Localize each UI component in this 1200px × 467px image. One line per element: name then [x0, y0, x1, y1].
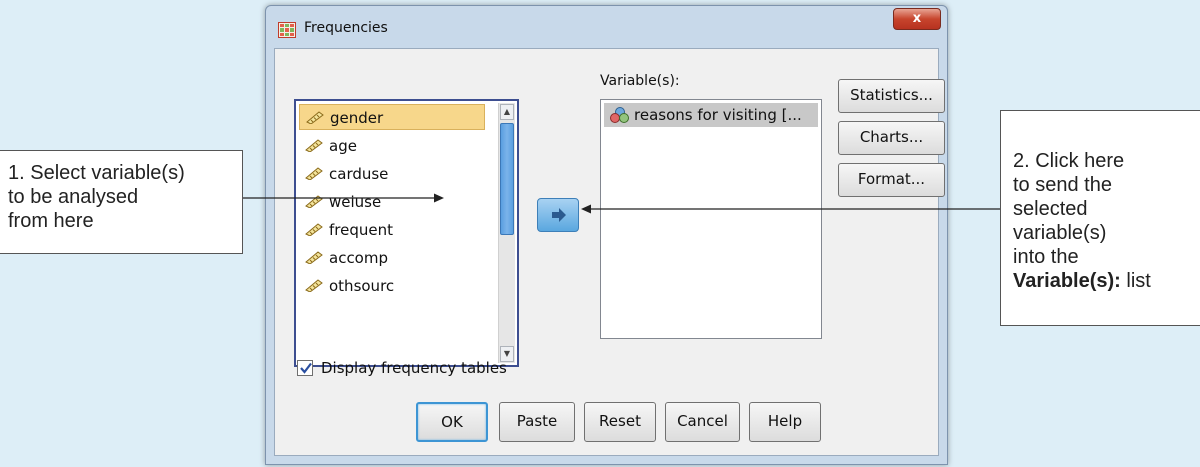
scroll-up-icon[interactable]: ▲: [500, 104, 514, 120]
close-button[interactable]: x: [893, 8, 941, 30]
callout-select-variables: 1. Select variable(s) to be analysed fro…: [0, 150, 243, 254]
list-item[interactable]: weiuse: [299, 189, 485, 215]
ruler-scale-icon: [305, 251, 323, 264]
callout-variables-emphasis: Variable(s):: [1013, 270, 1121, 292]
checkbox-label: Display frequency tables: [321, 359, 507, 377]
dialog-body: gender age carduse weiuse frequent accom…: [274, 48, 945, 456]
list-item[interactable]: gender: [299, 104, 485, 130]
target-variable-list[interactable]: reasons for visiting [...: [600, 99, 822, 339]
list-item[interactable]: reasons for visiting [...: [604, 103, 818, 127]
callout-right-line: 2. Click here: [1013, 150, 1125, 172]
paste-button[interactable]: Paste: [499, 402, 575, 442]
callout-right-line: into the: [1013, 246, 1079, 268]
charts-button[interactable]: Charts...: [838, 121, 945, 155]
close-icon: x: [912, 11, 922, 26]
list-item[interactable]: accomp: [299, 245, 485, 271]
ruler-scale-icon: [305, 279, 323, 292]
dialog-title: Frequencies: [304, 20, 388, 36]
title-bar[interactable]: Frequencies x: [266, 6, 947, 48]
ruler-scale-icon: [305, 195, 323, 208]
variable-name: reasons for visiting [...: [634, 106, 802, 124]
move-to-target-button[interactable]: [537, 198, 579, 232]
reset-button[interactable]: Reset: [584, 402, 656, 442]
callout-right-line: variable(s): [1013, 222, 1107, 244]
format-button[interactable]: Format...: [838, 163, 945, 197]
cancel-button[interactable]: Cancel: [665, 402, 740, 442]
ruler-scale-icon: [305, 223, 323, 236]
list-item[interactable]: age: [299, 133, 485, 159]
variable-name: othsourc: [329, 277, 395, 295]
callout-right-line: to send the: [1013, 174, 1112, 196]
variable-name: frequent: [329, 221, 393, 239]
source-variable-list[interactable]: gender age carduse weiuse frequent accom…: [294, 99, 519, 367]
callout-right-line: selected: [1013, 198, 1088, 220]
list-item[interactable]: othsourc: [299, 273, 485, 299]
target-list-label: Variable(s):: [600, 73, 680, 89]
list-item[interactable]: carduse: [299, 161, 485, 187]
check-icon: [300, 362, 312, 374]
list-item[interactable]: frequent: [299, 217, 485, 243]
callout-left-line: from here: [8, 210, 94, 232]
ruler-scale-icon: [306, 111, 324, 124]
display-frequency-tables-checkbox[interactable]: [297, 360, 313, 376]
variable-name: accomp: [329, 249, 388, 267]
callout-left-line: to be analysed: [8, 186, 139, 208]
vertical-scrollbar[interactable]: ▲ ▼: [498, 103, 515, 363]
statistics-button[interactable]: Statistics...: [838, 79, 945, 113]
arrow-right-icon: [552, 208, 566, 222]
ruler-scale-icon: [305, 167, 323, 180]
ruler-scale-icon: [305, 139, 323, 152]
ok-button[interactable]: OK: [416, 402, 488, 442]
nominal-measure-icon: [610, 107, 629, 123]
callout-left-line: 1. Select variable(s): [8, 162, 185, 184]
variable-name: carduse: [329, 165, 389, 183]
help-button[interactable]: Help: [749, 402, 821, 442]
callout-right-last-line: Variable(s): list: [1013, 269, 1196, 293]
variable-name: weiuse: [329, 193, 382, 211]
frequencies-dialog: Frequencies x gender age carduse weiuse: [265, 5, 948, 465]
callout-list-word: list: [1120, 270, 1151, 292]
table-grid-icon: [278, 22, 296, 38]
scroll-thumb[interactable]: [500, 123, 514, 235]
variable-name: age: [329, 137, 357, 155]
variable-name: gender: [330, 109, 384, 127]
callout-send-variables: 2. Click here to send the selected varia…: [1000, 110, 1200, 326]
